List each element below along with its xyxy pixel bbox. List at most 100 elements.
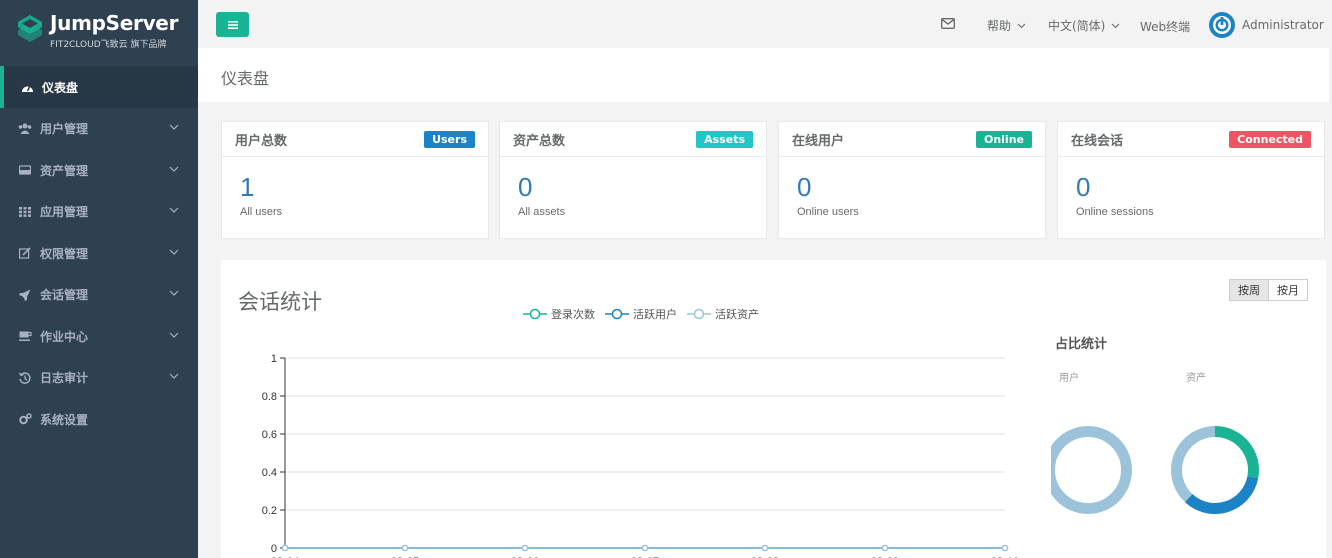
sidebar-item-label: 日志审计: [40, 371, 89, 386]
period-toggle: 按周 按月: [1229, 279, 1308, 301]
chevron-down-icon: [169, 124, 179, 130]
sidebar-item-assets[interactable]: 资产管理: [0, 150, 198, 192]
card-title: 用户总数: [235, 134, 288, 149]
card-badge: Online: [975, 131, 1032, 148]
pie-slice[interactable]: [1215, 426, 1259, 479]
sidebar: JumpServer FIT2CLOUD飞致云 旗下品牌 仪表盘 用户管理 资产…: [0, 0, 198, 558]
sidebar-item-settings[interactable]: 系统设置: [0, 399, 198, 441]
card-title: 在线会话: [1071, 134, 1124, 149]
sidebar-item-sessions[interactable]: 会话管理: [0, 274, 198, 316]
card-value[interactable]: 0: [518, 172, 532, 203]
stat-card-users: 用户总数 Users 1 All users: [221, 121, 489, 239]
y-tick-label: 0.8: [262, 391, 277, 403]
cogs-icon: [18, 412, 32, 426]
toggle-sidebar-button[interactable]: [216, 12, 249, 37]
chevron-down-icon: [169, 290, 179, 296]
card-value[interactable]: 0: [797, 172, 811, 203]
envelope-icon: [941, 18, 955, 29]
card-badge: Connected: [1229, 131, 1311, 148]
card-caption: All users: [240, 206, 283, 218]
pie-slice[interactable]: [1171, 426, 1215, 503]
stat-card-assets: 资产总数 Assets 0 All assets: [499, 121, 767, 239]
card-divider: [779, 156, 1045, 157]
card-divider: [222, 156, 488, 157]
sidebar-item-label: 应用管理: [40, 205, 89, 220]
sidebar-item-label: 作业中心: [40, 329, 89, 344]
data-point: [401, 544, 409, 552]
session-stats-panel: 会话统计 按周 按月 登录次数 活跃用户 活跃资产 0 0.2 0.4 0.6 0.8 1…: [221, 260, 1326, 558]
logo[interactable]: JumpServer FIT2CLOUD飞致云 旗下品牌: [0, 0, 198, 66]
sidebar-item-jobs[interactable]: 作业中心: [0, 316, 198, 358]
sidebar-item-dashboard[interactable]: 仪表盘: [0, 66, 198, 108]
data-point: [881, 544, 889, 552]
by-week-button[interactable]: 按周: [1229, 279, 1269, 301]
sidebar-item-permissions[interactable]: 权限管理: [0, 233, 198, 275]
help-menu[interactable]: 帮助: [987, 17, 1026, 34]
sidebar-item-label: 会话管理: [40, 288, 89, 303]
y-tick-label: 0.2: [262, 505, 277, 517]
sidebar-item-label: 权限管理: [40, 246, 89, 261]
grid-icon: [18, 205, 32, 219]
sidebar-item-applications[interactable]: 应用管理: [0, 191, 198, 233]
web-terminal-label: Web终端: [1140, 20, 1191, 34]
card-caption: Online sessions: [1076, 206, 1154, 218]
card-badge: Assets: [696, 131, 753, 148]
web-terminal-link[interactable]: Web终端: [1140, 18, 1190, 35]
chevron-down-icon: [169, 373, 179, 379]
data-point: [761, 544, 769, 552]
sidebar-item-label: 系统设置: [40, 412, 89, 427]
language-label: 中文(简体): [1048, 19, 1106, 33]
y-tick-label: 1: [271, 353, 277, 365]
dashboard-icon: [20, 80, 34, 94]
coffee-icon: [18, 329, 32, 343]
help-label: 帮助: [987, 19, 1012, 33]
data-point: [1001, 544, 1009, 552]
stat-card-online-users: 在线用户 Online 0 Online users: [778, 121, 1046, 239]
ratio-pie-charts: [1051, 426, 1259, 514]
chevron-down-icon: [169, 207, 179, 213]
stat-card-online-sessions: 在线会话 Connected 0 Online sessions: [1057, 121, 1325, 239]
chevron-down-icon: [1111, 23, 1120, 29]
card-title: 资产总数: [513, 134, 566, 149]
card-caption: All assets: [518, 206, 566, 218]
jumpserver-logo-icon: [18, 15, 42, 42]
edit-icon: [18, 246, 32, 260]
ratio-stats-title: 占比统计: [1055, 337, 1108, 352]
by-month-button[interactable]: 按月: [1269, 279, 1308, 301]
user-menu[interactable]: Administrator: [1209, 12, 1332, 38]
sidebar-item-users[interactable]: 用户管理: [0, 108, 198, 150]
card-value[interactable]: 0: [1076, 172, 1090, 203]
menu-icon: [227, 20, 238, 29]
sidebar-item-audits[interactable]: 日志审计: [0, 357, 198, 399]
chevron-down-icon: [169, 332, 179, 338]
y-tick-label: 0: [271, 543, 277, 555]
sidebar-nav: 仪表盘 用户管理 资产管理 应用管理 权限管理 会话管理 作业中心 日志审计 系…: [0, 66, 198, 440]
y-tick-label: 0.6: [262, 429, 277, 441]
app-subtitle: FIT2CLOUD飞致云 旗下品牌: [50, 40, 167, 50]
card-value[interactable]: 1: [240, 172, 254, 203]
users-icon: [18, 122, 32, 136]
card-divider: [1058, 156, 1324, 157]
data-point: [641, 544, 649, 552]
session-line-chart: 00.20.40.60.8103-0403-0503-0603-0703-080…: [262, 353, 1019, 558]
inbox-icon: [18, 163, 32, 177]
page-heading: 仪表盘: [198, 48, 1332, 102]
chevron-down-icon: [1017, 23, 1026, 29]
page-title: 仪表盘: [221, 69, 270, 88]
chevron-down-icon: [169, 166, 179, 172]
sidebar-item-label: 资产管理: [40, 163, 89, 178]
sidebar-item-label: 仪表盘: [42, 80, 79, 95]
avatar: [1209, 12, 1235, 38]
pie-slice[interactable]: [1051, 426, 1132, 514]
language-menu[interactable]: 中文(简体): [1048, 17, 1120, 34]
pie-slice[interactable]: [1184, 476, 1259, 514]
username-label: Administrator: [1242, 17, 1324, 32]
card-divider: [500, 156, 766, 157]
sidebar-item-label: 用户管理: [40, 122, 89, 137]
messages-button[interactable]: [941, 18, 955, 29]
chevron-down-icon: [169, 249, 179, 255]
rocket-icon: [18, 288, 32, 302]
card-badge: Users: [424, 131, 475, 148]
history-icon: [18, 371, 32, 385]
y-tick-label: 0.4: [262, 467, 277, 479]
